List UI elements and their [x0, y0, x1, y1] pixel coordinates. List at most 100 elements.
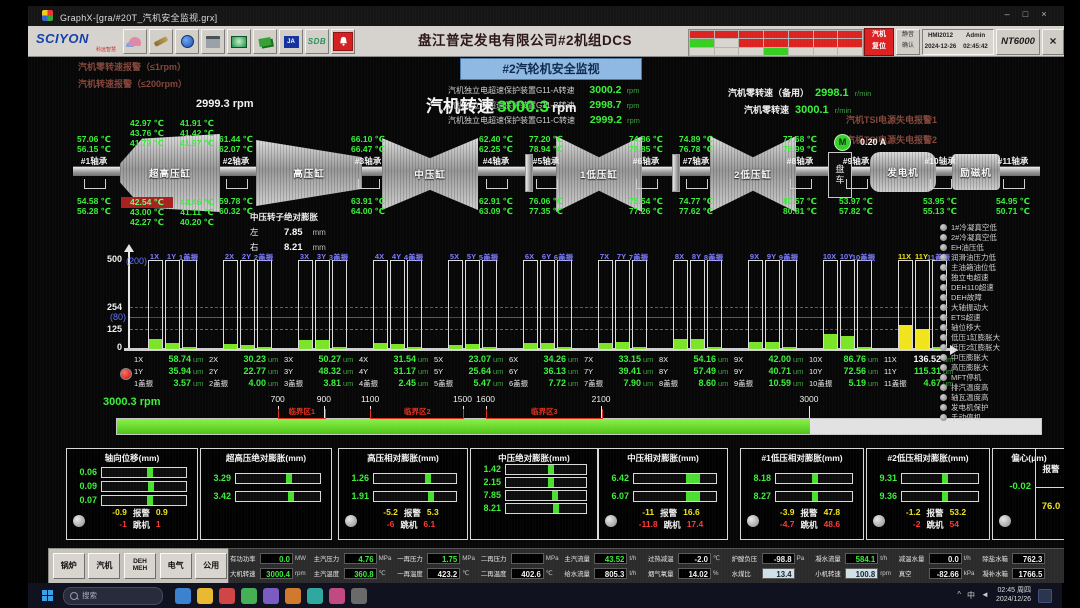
vibration-value: 8.60 [683, 378, 716, 388]
trip-low: -2 [913, 519, 921, 531]
status-item: 排汽温度高 [940, 382, 989, 392]
vibration-bar-3X [298, 260, 313, 350]
vibration-point-name: 7Y [584, 367, 608, 376]
bearing-bracket [686, 179, 708, 189]
ip-rotor-expansion: 中压转子绝对膨胀 左7.85mm 右8.21mm [250, 211, 326, 253]
data-label: 真空 [899, 569, 927, 578]
vibration-value: 3.81 [308, 378, 341, 388]
vibration-bar-11Y [915, 260, 930, 350]
bearing-label-4: #4轴承 [472, 155, 520, 167]
alarm-high: 0.9 [156, 507, 168, 519]
taskbar-app-icon[interactable] [351, 588, 367, 604]
operator-icon[interactable] [175, 29, 199, 54]
bearing-temp-above: 78.85 ℃ [620, 144, 672, 155]
exit-button[interactable]: × [1042, 29, 1064, 55]
trip-low: -4.7 [780, 519, 795, 531]
ja-tool-icon: JA [284, 36, 299, 48]
turbine-reset-button[interactable]: 汽机 复位 [864, 28, 894, 56]
minimize-button[interactable]: – [999, 9, 1015, 19]
display-icon[interactable] [227, 29, 251, 54]
taskbar-app-icon[interactable] [307, 588, 323, 604]
vibration-value: 34.26 [533, 354, 566, 364]
vibration-bar-fill [524, 343, 537, 349]
vibration-value-column: 7X33.15um7Y39.41um7盖振7.90um [584, 354, 658, 390]
tools-icon[interactable] [149, 29, 173, 54]
alarm-ack-button[interactable]: 静音 确认 [896, 29, 920, 55]
panel-row-bar [505, 490, 587, 501]
bearing-bracket [1003, 179, 1025, 189]
status-item: 主油箱油位低 [940, 262, 996, 272]
bearing-temp-below: 64.00 ℃ [342, 206, 394, 217]
panel-bar-marker [425, 474, 431, 483]
hmi-session-info: HMI2012 2024-12-26 Admin 02:45:42 [922, 29, 994, 55]
vibration-bar-1Y [165, 260, 180, 350]
alarm-bell-icon[interactable] [331, 29, 355, 54]
bearing-label-7: #7轴承 [672, 155, 720, 167]
vibration-value-row: 8Y57.49um [659, 366, 733, 378]
taskbar-app-icon[interactable] [219, 588, 235, 604]
tray-icon[interactable]: ◄ [981, 590, 989, 601]
panel-title: 中压绝对膨胀(mm) [471, 452, 597, 464]
bearing-temp-above: 78.94 ℃ [520, 144, 572, 155]
panel-row-bar [633, 491, 717, 502]
tray-icon[interactable]: ^ [957, 590, 961, 601]
taskbar-app-icon[interactable] [285, 588, 301, 604]
taskbar-app-icon[interactable] [241, 588, 257, 604]
dcs-screen: GraphX-[gra/#20T_汽机安全监视.grx] – □ × SCIYO… [28, 6, 1064, 583]
nav-button-汽机[interactable]: 汽机 [88, 553, 120, 579]
close-button[interactable]: × [1036, 9, 1052, 19]
tray-icon[interactable]: 中 [967, 590, 975, 601]
vibration-value: 10.59 [758, 378, 791, 388]
nav-button-锅炉[interactable]: 锅炉 [53, 553, 85, 579]
alarm-grid-cell [715, 48, 739, 55]
vibration-unit: um [566, 379, 583, 388]
vibration-value-row: 10盖振5.19um [809, 378, 883, 390]
users-icon[interactable] [123, 29, 147, 54]
maximize-button[interactable]: □ [1017, 9, 1033, 19]
supervision-panel: 中压绝对膨胀(mm)1.422.157.858.21 [470, 448, 598, 540]
panel-bar-marker [288, 492, 294, 501]
alarm-label: 报警 [660, 507, 677, 519]
vibration-value: 23.07 [458, 354, 491, 364]
start-button[interactable] [42, 590, 53, 601]
sdb-icon[interactable]: SDB [305, 29, 329, 54]
notification-icon[interactable] [1038, 589, 1052, 603]
taskbar-app-icon[interactable] [263, 588, 279, 604]
data-label: 凝补水箱 [982, 569, 1010, 578]
taskbar-app-icon[interactable] [197, 588, 213, 604]
taskbar-app-icon[interactable] [329, 588, 345, 604]
data-value: -2.0 [678, 553, 711, 564]
vibration-bar-label: 7盖振 [624, 252, 654, 263]
alarm-grid-cell [764, 48, 788, 55]
printer-icon[interactable] [201, 29, 225, 54]
panel-trip-limits: -2跳机54 [889, 519, 983, 531]
trip-label: 跳机 [664, 519, 681, 531]
vibration-value: 54.16 [683, 354, 716, 364]
vibration-value: 22.77 [233, 366, 266, 376]
taskbar-search[interactable]: 搜索 [63, 587, 163, 605]
vibration-unit: um [716, 379, 733, 388]
data-unit: ℃ [713, 555, 720, 562]
trip-label: 跳机 [133, 519, 150, 531]
vibration-value-column: 9X42.00um9Y40.71um9盖振10.59um [734, 354, 808, 390]
panel-status-lamp [873, 515, 885, 527]
trend-cards-icon[interactable] [253, 29, 277, 54]
nav-button-公用[interactable]: 公用 [195, 553, 227, 579]
ja-tool-icon[interactable]: JA [279, 29, 303, 54]
taskbar-app-icon[interactable] [175, 588, 191, 604]
window-title: GraphX-[gra/#20T_汽机安全监视.grx] [60, 11, 217, 24]
taskbar-clock[interactable]: 02:45 周四 2024/12/26 [996, 587, 1031, 604]
panel-row-value: 9.31 [869, 473, 897, 483]
alarm-summary-grid[interactable] [688, 29, 864, 57]
nav-button-电气[interactable]: 电气 [160, 553, 192, 579]
bearing-bracket [846, 179, 868, 189]
vibration-unit: um [191, 367, 208, 376]
vibration-value: 4.00 [233, 378, 266, 388]
vibration-bar-fill [691, 339, 704, 349]
vibration-bar-fill [858, 347, 871, 349]
nav-button-DEHMEH[interactable]: DEH MEH [124, 553, 156, 579]
speed-tick-label: 3000 [792, 394, 826, 404]
trip-label: 跳机 [400, 519, 417, 531]
vibration-point-name: 2X [209, 355, 233, 364]
panel-title: 中压相对膨胀(mm) [599, 452, 727, 464]
